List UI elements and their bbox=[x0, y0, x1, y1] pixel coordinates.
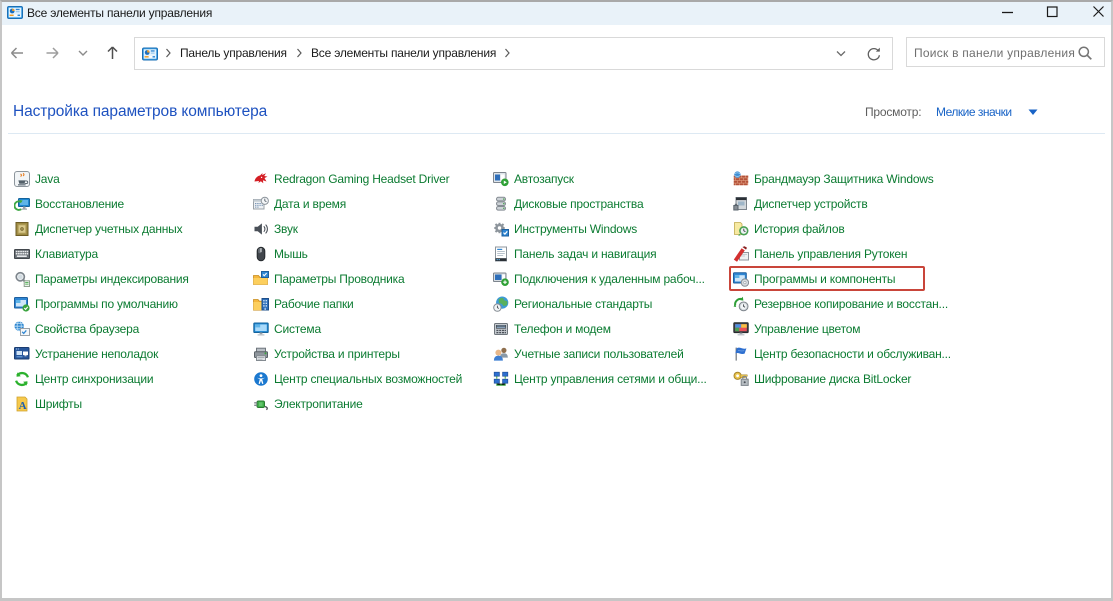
svg-text:A: A bbox=[19, 400, 27, 412]
